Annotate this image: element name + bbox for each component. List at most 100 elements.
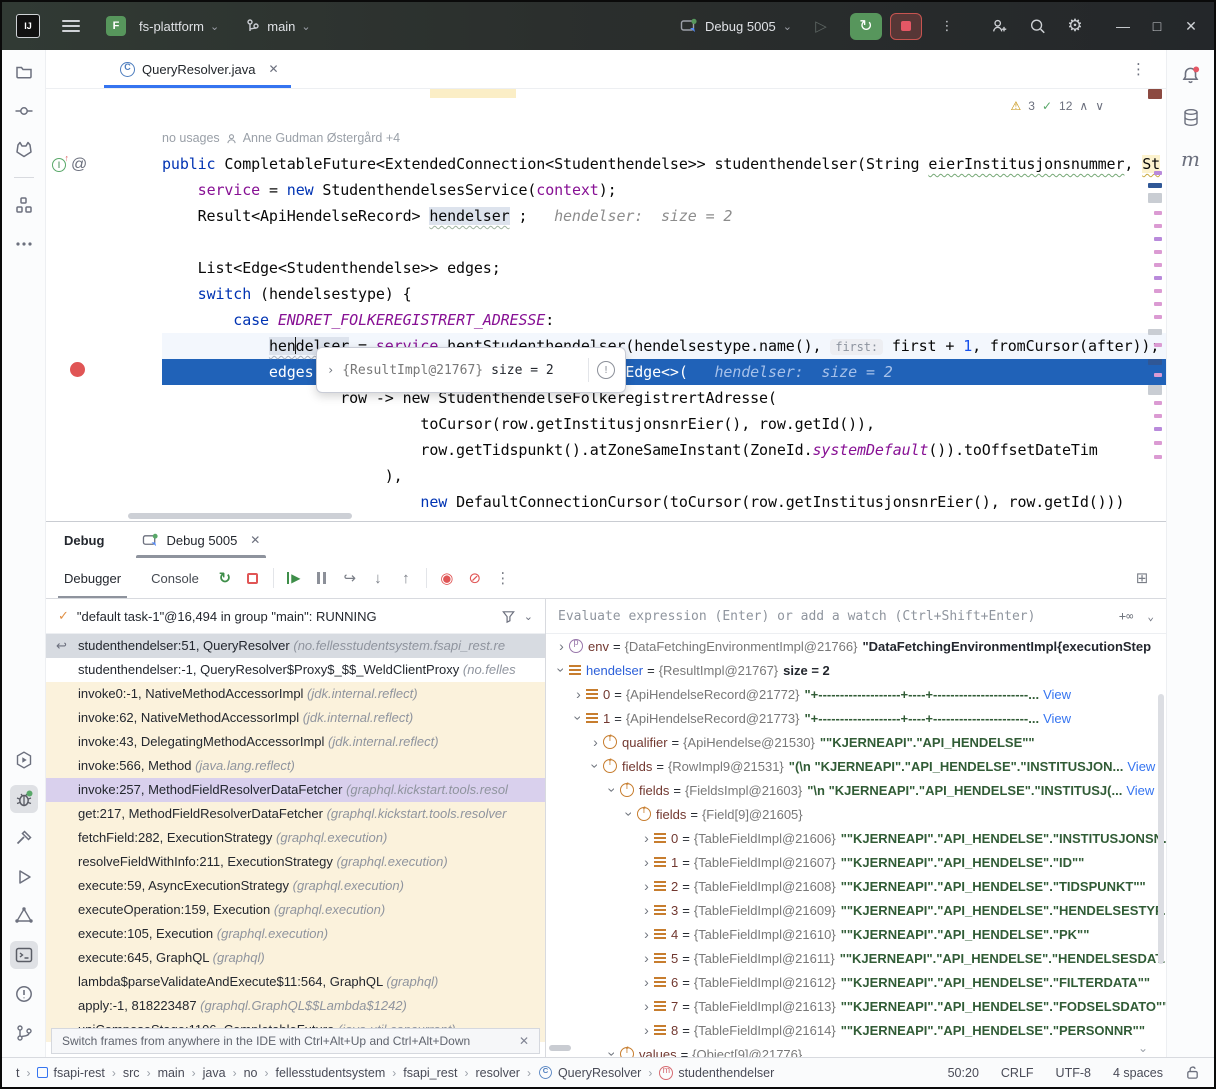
minimize-button[interactable]: —: [1106, 12, 1140, 40]
sidebar-item-services[interactable]: [10, 746, 38, 774]
stack-frame[interactable]: resolveFieldWithInfo:211, ExecutionStrat…: [46, 850, 545, 874]
expand-toggle-icon[interactable]: ›: [605, 1047, 621, 1058]
status-widget[interactable]: 4 spaces: [1113, 1066, 1163, 1080]
popup-expand-icon[interactable]: ›: [327, 363, 334, 377]
watch-chevron-icon[interactable]: ⌄: [1147, 610, 1154, 623]
expand-toggle-icon[interactable]: ›: [639, 830, 654, 846]
code-line[interactable]: row.getTidspunkt().atZoneSameInstant(Zon…: [162, 437, 1166, 463]
expand-toggle-icon[interactable]: ›: [639, 974, 654, 990]
code-annotation-line[interactable]: no usagesAnne Gudman Østergård +4: [162, 125, 1166, 151]
run-button[interactable]: ▷: [806, 12, 836, 40]
expand-toggle-icon[interactable]: ›: [639, 878, 654, 894]
expand-toggle-icon[interactable]: ›: [639, 950, 654, 966]
variable-row[interactable]: ›0={ApiHendelseRecord@21772}"+----------…: [546, 682, 1166, 706]
stack-frame[interactable]: lambda$parseValidateAndExecute$11:564, G…: [46, 970, 545, 994]
filter-icon[interactable]: [501, 609, 516, 624]
variables-scrollbar[interactable]: [1158, 694, 1164, 964]
settings-button[interactable]: ⚙: [1060, 12, 1090, 40]
view-link[interactable]: View: [1043, 687, 1071, 702]
sidebar-item-more[interactable]: [10, 230, 38, 258]
editor-gutter[interactable]: I↑ @: [46, 89, 128, 521]
pause-icon[interactable]: [308, 565, 336, 591]
vcs-branch-widget[interactable]: main ⌄: [245, 18, 310, 34]
view-breakpoints-icon[interactable]: ◉: [433, 565, 461, 591]
expand-toggle-icon[interactable]: ›: [639, 998, 654, 1014]
breadcrumb-item[interactable]: studenthendelser: [659, 1066, 774, 1080]
stack-frame[interactable]: ↩studenthendelser:51, QueryResolver (no.…: [46, 634, 545, 658]
debug-session-tab[interactable]: Debug 5005 ✕: [132, 522, 270, 558]
expand-toggle-icon[interactable]: ›: [639, 926, 654, 942]
thread-chevron-icon[interactable]: ⌄: [524, 610, 533, 623]
debugger-value-popup[interactable]: › {ResultImpl@21767} size = 2 !: [316, 347, 626, 393]
thread-selector[interactable]: ✓ "default task-1"@16,494 in group "main…: [46, 599, 545, 634]
sidebar-item-commit[interactable]: [10, 97, 38, 125]
lock-unlocked-icon[interactable]: [1185, 1065, 1200, 1080]
notifications-button[interactable]: [1177, 60, 1205, 90]
toolbar-more-icon[interactable]: ⋮: [489, 565, 517, 591]
status-widget[interactable]: 50:20: [948, 1066, 979, 1080]
code-line[interactable]: new DefaultConnectionCursor(toCursor(row…: [162, 489, 1166, 515]
variable-row[interactable]: ›fields={Field[9]@21605}: [546, 802, 1166, 826]
view-link[interactable]: View: [1126, 783, 1154, 798]
sidebar-item-git[interactable]: [10, 1019, 38, 1047]
variable-row[interactable]: ›hendelser={ResultImpl@21767}size = 2: [546, 658, 1166, 682]
variable-row[interactable]: ›values={Object[9]@21776}: [546, 1042, 1166, 1057]
breadcrumb-item[interactable]: fsapi_rest: [403, 1066, 457, 1080]
code-line[interactable]: switch (hendelsestype) {: [162, 281, 1166, 307]
editor-options-button[interactable]: ⋮: [1131, 60, 1146, 78]
rerun-icon[interactable]: ↻: [211, 565, 239, 591]
maximize-button[interactable]: □: [1140, 12, 1174, 40]
variable-row[interactable]: ›env={DataFetchingEnvironmentImpl@21766}…: [546, 634, 1166, 658]
variable-row[interactable]: ›4={TableFieldImpl@21610}""KJERNEAPI"."A…: [546, 922, 1166, 946]
stack-frame[interactable]: invoke:62, NativeMethodAccessorImpl (jdk…: [46, 706, 545, 730]
status-widget[interactable]: CRLF: [1001, 1066, 1034, 1080]
stack-frame[interactable]: execute:645, GraphQL (graphql): [46, 946, 545, 970]
stack-frame[interactable]: apply:-1, 818223487 (graphql.GraphQL$$La…: [46, 994, 545, 1018]
variable-row[interactable]: ›1={ApiHendelseRecord@21773}"+----------…: [546, 706, 1166, 730]
code-line[interactable]: Result<ApiHendelseRecord> hendelser ; he…: [162, 203, 1166, 229]
status-widget[interactable]: UTF-8: [1056, 1066, 1091, 1080]
expand-toggle-icon[interactable]: ›: [588, 734, 603, 750]
view-link[interactable]: View: [1043, 711, 1071, 726]
expand-toggle-icon[interactable]: ›: [639, 1022, 654, 1038]
code-with-me-button[interactable]: [984, 12, 1014, 40]
banner-close-icon[interactable]: ✕: [519, 1034, 529, 1048]
stack-frame[interactable]: execute:105, Execution (graphql.executio…: [46, 922, 545, 946]
code-line[interactable]: [162, 229, 1166, 255]
breadcrumb-item[interactable]: java: [203, 1066, 226, 1080]
code-line[interactable]: public CompletableFuture<ExtendedConnect…: [162, 151, 1166, 177]
project-widget[interactable]: F fs-plattform ⌄: [106, 16, 219, 36]
sidebar-item-graphql[interactable]: [10, 902, 38, 930]
sidebar-item-problems[interactable]: [10, 980, 38, 1008]
code-line[interactable]: List<Edge<Studenthendelse>> edges;: [162, 255, 1166, 281]
expand-toggle-icon[interactable]: ›: [622, 807, 638, 822]
breakpoint-icon[interactable]: [70, 362, 85, 377]
editor-h-scrollbar[interactable]: [128, 513, 352, 519]
stack-frame[interactable]: invoke0:-1, NativeMethodAccessorImpl (jd…: [46, 682, 545, 706]
expand-toggle-icon[interactable]: ›: [639, 902, 654, 918]
expand-toggle-icon[interactable]: ›: [571, 686, 586, 702]
variable-row[interactable]: ›fields={FieldsImpl@21603}"\n "KJERNEAPI…: [546, 778, 1166, 802]
expand-toggle-icon[interactable]: ›: [588, 759, 604, 774]
variable-row[interactable]: ›7={TableFieldImpl@21613}""KJERNEAPI"."A…: [546, 994, 1166, 1018]
stack-frame[interactable]: get:217, MethodFieldResolverDataFetcher …: [46, 802, 545, 826]
inspections-widget[interactable]: ⚠ 3 ✓ 12 ∧ ∨: [1005, 97, 1110, 115]
add-watch-icon[interactable]: +∞: [1119, 609, 1133, 623]
step-out-icon[interactable]: ↑: [392, 565, 420, 591]
prev-problem-icon[interactable]: ∧: [1079, 99, 1088, 113]
step-over-icon[interactable]: ↪: [336, 565, 364, 591]
stack-frame[interactable]: invoke:566, Method (java.lang.reflect): [46, 754, 545, 778]
variable-row[interactable]: ›3={TableFieldImpl@21609}""KJERNEAPI"."A…: [546, 898, 1166, 922]
sidebar-item-structure[interactable]: [10, 191, 38, 219]
mute-breakpoints-icon[interactable]: ⊘: [461, 565, 489, 591]
rerun-debug-button[interactable]: ↻: [850, 13, 882, 40]
view-link[interactable]: View: [1127, 759, 1155, 774]
expand-toggle-icon[interactable]: ›: [554, 638, 569, 654]
sidebar-item-terminal[interactable]: [10, 941, 38, 969]
variable-row[interactable]: ›6={TableFieldImpl@21612}""KJERNEAPI"."A…: [546, 970, 1166, 994]
sidebar-item-debug[interactable]: [10, 785, 38, 813]
tab-close-icon[interactable]: ✕: [268, 62, 278, 76]
sidebar-item-project[interactable]: [10, 58, 38, 86]
code-line[interactable]: case ENDRET_FOLKEREGISTRERT_ADRESSE:: [162, 307, 1166, 333]
tab-debugger[interactable]: Debugger: [52, 558, 133, 598]
